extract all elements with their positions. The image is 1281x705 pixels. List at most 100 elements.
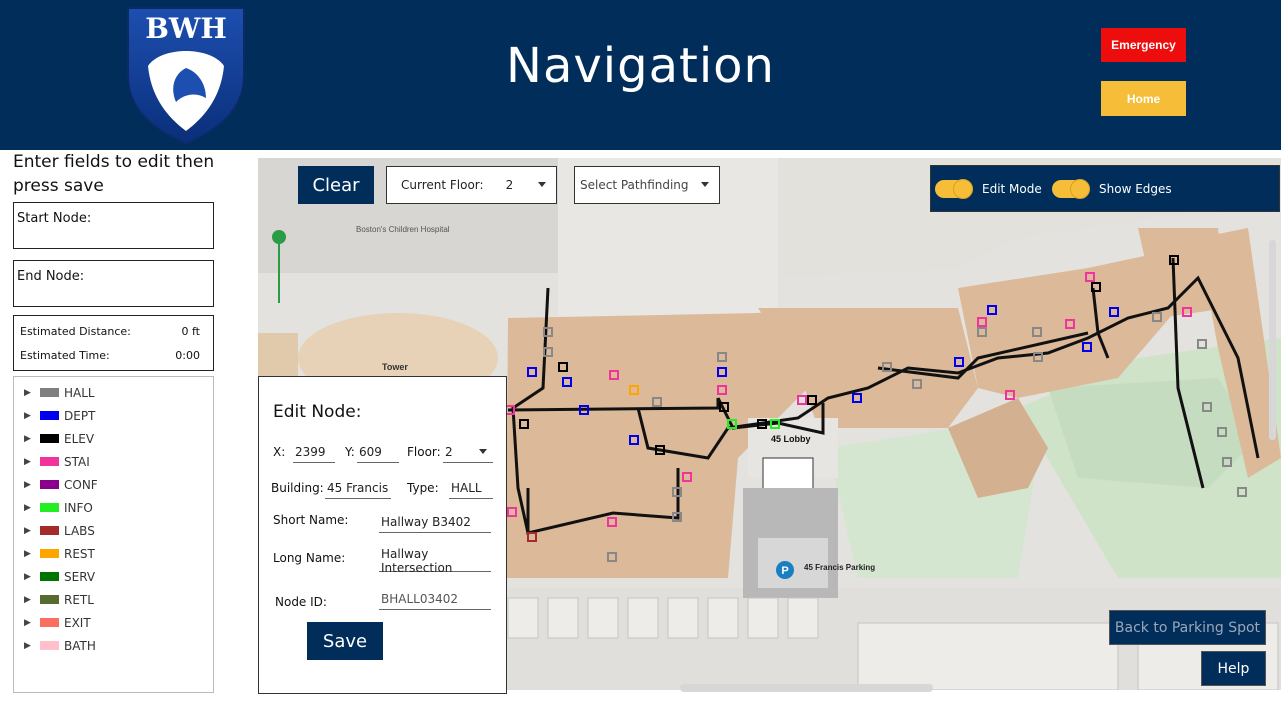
home-button[interactable]: Home [1101, 81, 1186, 116]
edit-instructions: Enter fields to edit then press save [13, 152, 215, 196]
edit-mode-toggle[interactable] [935, 179, 973, 199]
long-name-label: Long Name: [273, 551, 346, 565]
legend-item[interactable]: ▶ STAI [14, 450, 213, 473]
legend-label: EXIT [64, 615, 91, 630]
map-label-childrens: Boston's Children Hospital [356, 225, 450, 234]
toggle-knob [1070, 179, 1090, 199]
page-title: Navigation [506, 38, 775, 94]
short-name-label: Short Name: [273, 513, 349, 527]
help-button[interactable]: Help [1201, 651, 1266, 686]
legend-swatch [40, 388, 59, 397]
type-input[interactable]: HALL [449, 477, 493, 499]
legend-item[interactable]: ▶ SERV [14, 565, 213, 588]
legend-swatch [40, 641, 59, 650]
legend-label: ELEV [64, 431, 95, 446]
legend-item[interactable]: ▶ INFO [14, 496, 213, 519]
legend-item[interactable]: ▶ CONF [14, 473, 213, 496]
chevron-right-icon[interactable]: ▶ [24, 526, 34, 536]
type-label: Type: [407, 481, 439, 495]
legend-item[interactable]: ▶ RETL [14, 588, 213, 611]
toggle-knob [953, 179, 973, 199]
end-node-label: End Node: [17, 269, 85, 284]
chevron-right-icon[interactable]: ▶ [24, 503, 34, 513]
legend-swatch [40, 411, 59, 420]
chevron-right-icon[interactable]: ▶ [24, 641, 34, 651]
save-button[interactable]: Save [307, 622, 383, 660]
building-input[interactable]: 45 Francis [325, 477, 391, 499]
legend-item[interactable]: ▶ EXIT [14, 611, 213, 634]
vertical-scrollbar[interactable] [1269, 240, 1276, 440]
node-id-input[interactable]: BHALL03402 [379, 588, 491, 610]
y-input[interactable]: 609 [357, 441, 399, 463]
legend-swatch [40, 503, 59, 512]
legend-swatch [40, 526, 59, 535]
pathfinding-placeholder: Select Pathfinding [580, 178, 689, 192]
toggle-panel: Edit Mode Show Edges [930, 165, 1280, 212]
legend-item[interactable]: ▶ DEPT [14, 404, 213, 427]
chevron-right-icon[interactable]: ▶ [24, 480, 34, 490]
chevron-right-icon[interactable]: ▶ [24, 595, 34, 605]
chevron-down-icon [479, 449, 487, 454]
legend-label: LABS [64, 523, 95, 538]
map-label-lobby: 45 Lobby [771, 434, 811, 444]
estimated-time-label: Estimated Time: [20, 349, 110, 362]
legend-item[interactable]: ▶ BATH [14, 634, 213, 657]
legend-item[interactable]: ▶ REST [14, 542, 213, 565]
show-edges-toggle[interactable] [1052, 179, 1090, 199]
legend-item[interactable]: ▶ HALL [14, 381, 213, 404]
chevron-right-icon[interactable]: ▶ [24, 618, 34, 628]
show-edges-label: Show Edges [1099, 182, 1172, 196]
start-node-label: Start Node: [17, 211, 92, 226]
node-id-label: Node ID: [275, 595, 327, 609]
clear-button[interactable]: Clear [298, 166, 374, 204]
legend-swatch [40, 480, 59, 489]
x-input[interactable]: 2399 [293, 441, 335, 463]
back-to-parking-button[interactable]: Back to Parking Spot [1109, 610, 1266, 645]
legend-label: HALL [64, 385, 95, 400]
legend-label: INFO [64, 500, 93, 515]
chevron-right-icon[interactable]: ▶ [24, 434, 34, 444]
chevron-down-icon [538, 182, 546, 187]
y-label: Y: [345, 445, 355, 459]
floor-value: 2 [445, 444, 453, 459]
estimated-time-value: 0:00 [175, 349, 200, 362]
legend-label: RETL [64, 592, 94, 607]
long-name-input[interactable]: Hallway Intersection [379, 547, 491, 575]
estimate-box: Estimated Distance: 0 ft Estimated Time:… [13, 315, 214, 371]
emergency-button[interactable]: Emergency [1101, 28, 1186, 62]
map-label-tower: Tower [382, 362, 408, 372]
end-node-field[interactable]: End Node: [13, 260, 214, 307]
chevron-right-icon[interactable]: ▶ [24, 572, 34, 582]
chevron-right-icon[interactable]: ▶ [24, 388, 34, 398]
estimated-distance-label: Estimated Distance: [20, 325, 131, 338]
location-marker-icon[interactable] [272, 230, 286, 244]
legend-swatch [40, 618, 59, 627]
svg-text:P: P [781, 565, 788, 577]
edit-node-title: Edit Node: [273, 402, 362, 422]
legend-swatch [40, 595, 59, 604]
start-node-field[interactable]: Start Node: [13, 202, 214, 249]
floor-select[interactable]: 2 [443, 441, 493, 463]
parking-label: 45 Francis Parking [804, 563, 875, 572]
legend-label: DEPT [64, 408, 96, 423]
app-header: BWH Navigation Emergency Home [0, 0, 1281, 150]
current-floor-label: Current Floor: [401, 178, 484, 192]
building-label: Building: [271, 481, 324, 495]
legend-item[interactable]: ▶ LABS [14, 519, 213, 542]
chevron-right-icon[interactable]: ▶ [24, 411, 34, 421]
legend-label: CONF [64, 477, 98, 492]
legend-item[interactable]: ▶ ELEV [14, 427, 213, 450]
current-floor-select[interactable]: Current Floor: 2 [386, 166, 557, 204]
x-label: X: [273, 445, 286, 459]
chevron-right-icon[interactable]: ▶ [24, 549, 34, 559]
current-floor-value: 2 [505, 178, 514, 192]
horizontal-scrollbar[interactable] [680, 684, 933, 692]
short-name-input[interactable]: Hallway B3402 [379, 511, 491, 533]
legend-swatch [40, 572, 59, 581]
legend-swatch [40, 434, 59, 443]
edit-node-panel: Edit Node: X: 2399 Y: 609 Floor: 2 Build… [258, 376, 507, 694]
pathfinding-select[interactable]: Select Pathfinding [574, 166, 720, 204]
legend-label: SERV [64, 569, 96, 584]
chevron-right-icon[interactable]: ▶ [24, 457, 34, 467]
legend-swatch [40, 549, 59, 558]
